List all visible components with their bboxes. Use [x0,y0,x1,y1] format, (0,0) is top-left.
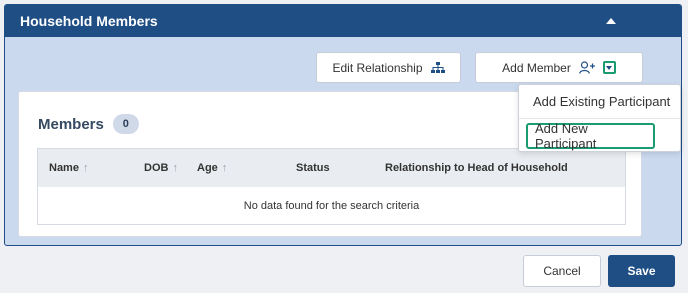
add-member-label: Add Member [502,60,571,75]
hierarchy-icon [430,61,445,73]
column-header-name[interactable]: Name ↑ [49,162,88,174]
column-header-dob[interactable]: DOB ↑ [144,162,178,174]
column-label: Age [197,162,218,174]
caret-up-icon[interactable] [606,18,616,24]
column-label: DOB [144,162,169,174]
table-header: Name ↑ DOB ↑ Age ↑ Status Relationship t… [38,149,625,187]
column-label: Status [296,162,330,174]
edit-relationship-button[interactable]: Edit Relationship [316,52,461,83]
column-header-status: Status [296,162,330,174]
menu-item-add-new-participant[interactable]: Add New Participant [526,121,655,151]
column-label: Name [49,162,79,174]
members-heading: Members 0 [38,114,139,134]
add-user-icon [579,61,595,74]
panel-header[interactable]: Household Members [5,5,681,37]
sort-arrow-icon: ↑ [82,162,89,174]
members-table: Name ↑ DOB ↑ Age ↑ Status Relationship t… [37,148,626,225]
sort-arrow-icon: ↑ [221,162,228,174]
empty-state-message: No data found for the search criteria [243,200,420,212]
edit-relationship-label: Edit Relationship [332,60,423,75]
menu-item-add-existing-participant[interactable]: Add Existing Participant [526,90,677,112]
sort-arrow-icon: ↑ [172,162,178,174]
column-header-relationship: Relationship to Head of Household [385,162,568,174]
panel-title: Household Members [20,13,158,29]
cancel-button[interactable]: Cancel [523,255,601,287]
members-count-badge: 0 [112,114,139,134]
add-member-dropdown-toggle[interactable] [602,61,616,74]
caret-down-icon [606,65,613,70]
members-heading-label: Members [38,115,104,133]
add-member-button[interactable]: Add Member [475,52,643,83]
column-label: Relationship to Head of Household [385,162,568,174]
add-member-dropdown-menu: Add Existing Participant Add New Partici… [518,84,681,152]
column-header-age[interactable]: Age ↑ [197,162,227,174]
menu-divider [519,118,680,119]
save-button[interactable]: Save [608,255,675,287]
